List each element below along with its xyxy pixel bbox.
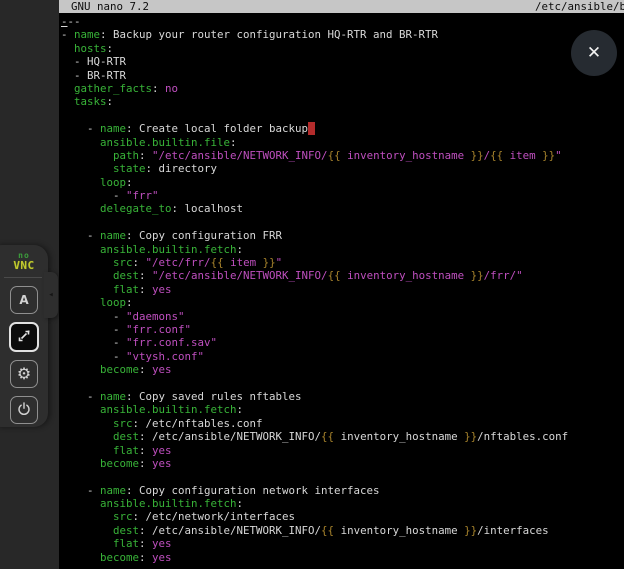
editor-line: ansible.builtin.file: (61, 136, 624, 149)
collapse-arrow-icon: ◂ (48, 290, 53, 300)
editor-line: ansible.builtin.fetch: (61, 403, 624, 416)
nano-titlebar: GNU nano 7.2 /etc/ansible/b (59, 0, 624, 13)
vnc-control-panel: no VNC A ⚙ (0, 245, 48, 427)
editor-line: - "frr" (61, 189, 624, 202)
fullscreen-button[interactable] (9, 322, 39, 352)
editor-line: - name: Create local folder backup (61, 122, 624, 135)
power-button[interactable] (10, 396, 38, 424)
editor-line: - "daemons" (61, 310, 624, 323)
editor-line: become: yes (61, 551, 624, 564)
keyboard-icon: A (19, 293, 28, 307)
settings-button[interactable]: ⚙ (10, 360, 38, 388)
editor-line: dest: /etc/ansible/NETWORK_INFO/{{ inven… (61, 524, 624, 537)
editor-line: dest: /etc/ansible/NETWORK_INFO/{{ inven… (61, 430, 624, 443)
editor-line: - "frr.conf" (61, 323, 624, 336)
vnc-sidebar: no VNC A ⚙ (0, 0, 59, 569)
keyboard-button[interactable]: A (10, 286, 38, 314)
editor-lines: ---- name: Backup your router configurat… (61, 15, 624, 564)
editor-line: loop: (61, 176, 624, 189)
editor-line: src: "/etc/frr/{{ item }}" (61, 256, 624, 269)
editor-line: ansible.builtin.fetch: (61, 497, 624, 510)
novnc-logo: no VNC (0, 252, 48, 271)
editor-line: - HQ-RTR (61, 55, 624, 68)
editor-line: - name: Copy configuration network inter… (61, 484, 624, 497)
editor-line: flat: yes (61, 283, 624, 296)
editor-line: src: /etc/network/interfaces (61, 510, 624, 523)
editor-line: tasks: (61, 95, 624, 108)
editor-line (61, 216, 624, 229)
editor-line: flat: yes (61, 537, 624, 550)
editor-line: flat: yes (61, 444, 624, 457)
editor-line: path: "/etc/ansible/NETWORK_INFO/{{ inve… (61, 149, 624, 162)
editor-area[interactable]: ---- name: Backup your router configurat… (59, 13, 624, 569)
editor-line (61, 377, 624, 390)
editor-line: become: yes (61, 457, 624, 470)
editor-line: - name: Copy saved rules nftables (61, 390, 624, 403)
editor-line: state: directory (61, 162, 624, 175)
editor-line: - BR-RTR (61, 69, 624, 82)
novnc-logo-bottom: VNC (0, 260, 48, 271)
editor-line: - name: Copy configuration FRR (61, 229, 624, 242)
editor-line: dest: "/etc/ansible/NETWORK_INFO/{{ inve… (61, 269, 624, 282)
panel-divider (4, 277, 42, 278)
editor-line: hosts: (61, 42, 624, 55)
nano-app-title: GNU nano 7.2 (71, 0, 149, 13)
panel-collapse-handle[interactable]: ◂ (44, 272, 58, 318)
editor-line: become: yes (61, 363, 624, 376)
editor-line: loop: (61, 296, 624, 309)
nano-file-path: /etc/ansible/b (535, 0, 624, 13)
editor-line: ansible.builtin.fetch: (61, 243, 624, 256)
editor-line (61, 109, 624, 122)
editor-line: --- (61, 15, 624, 28)
close-icon: ✕ (587, 43, 601, 63)
editor-line (61, 470, 624, 483)
terminal-window[interactable]: GNU nano 7.2 /etc/ansible/b ---- name: B… (59, 0, 624, 569)
editor-line: - name: Backup your router configuration… (61, 28, 624, 41)
editor-line: delegate_to: localhost (61, 202, 624, 215)
close-button[interactable]: ✕ (571, 30, 617, 76)
editor-line: src: /etc/nftables.conf (61, 417, 624, 430)
editor-line: - "vtysh.conf" (61, 350, 624, 363)
fullscreen-icon (17, 328, 31, 347)
power-icon (17, 401, 31, 420)
gear-icon: ⚙ (17, 366, 31, 382)
editor-line: - "frr.conf.sav" (61, 336, 624, 349)
editor-line: gather_facts: no (61, 82, 624, 95)
